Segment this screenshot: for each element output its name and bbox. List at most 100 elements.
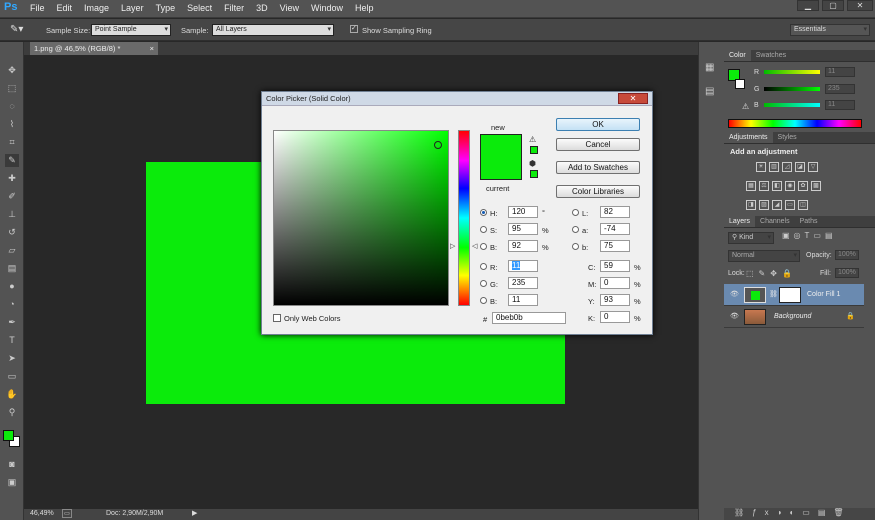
quick-mask-icon[interactable]: ◙ <box>5 458 19 471</box>
layers-footer-icons[interactable]: ⛓ƒx◑◐▭▤🗑 <box>724 508 875 520</box>
history-brush-tool-icon[interactable]: ↺ <box>5 226 19 239</box>
out-of-gamut-warning-icon[interactable]: ⚠ <box>529 135 536 144</box>
visibility-eye-icon[interactable]: 👁 <box>730 290 739 298</box>
brightness-icon[interactable]: ☀ <box>756 162 766 172</box>
menu-edit[interactable]: Edit <box>57 3 73 13</box>
r-radio[interactable] <box>480 263 487 270</box>
web-safe-cube-icon[interactable]: ⬢ <box>529 159 536 168</box>
s-input[interactable]: 95 <box>508 223 538 235</box>
menu-type[interactable]: Type <box>156 3 176 13</box>
path-select-tool-icon[interactable]: ➤ <box>5 352 19 365</box>
background-layer-thumbnail[interactable] <box>744 309 766 325</box>
selective-color-icon[interactable]: ◫ <box>798 200 808 210</box>
tab-adjustments[interactable]: Adjustments <box>724 132 773 143</box>
eyedropper-tool-icon[interactable]: ✎ <box>5 154 19 167</box>
export-icon[interactable]: ▭ <box>62 509 72 518</box>
menu-filter[interactable]: Filter <box>224 3 244 13</box>
properties-panel-icon[interactable]: ▤ <box>705 86 714 97</box>
tab-layers[interactable]: Layers <box>724 216 756 227</box>
ok-button[interactable]: OK <box>556 118 640 131</box>
invert-icon[interactable]: ◨ <box>746 200 756 210</box>
b-input[interactable]: 92 <box>508 240 538 252</box>
m-input[interactable]: 0 <box>600 277 630 289</box>
color-balance-icon[interactable]: ⚖ <box>759 181 769 191</box>
dialog-close-button[interactable]: ✕ <box>618 93 648 104</box>
layer-row-background[interactable]: 👁 Background 🔒 <box>724 306 864 328</box>
zoom-level[interactable]: 46,49% <box>30 510 54 517</box>
tab-swatches[interactable]: Swatches <box>751 50 791 61</box>
threshold-icon[interactable]: ◢ <box>772 200 782 210</box>
blue-input[interactable]: 11 <box>508 294 538 306</box>
opacity-value[interactable]: 100% <box>835 250 859 260</box>
web-safe-swatch[interactable] <box>530 170 538 178</box>
l-input[interactable]: 82 <box>600 206 630 218</box>
color-g-slider[interactable] <box>764 87 820 91</box>
layer-mask-thumbnail[interactable] <box>779 287 801 303</box>
k-input[interactable]: 0 <box>600 311 630 323</box>
menu-select[interactable]: Select <box>187 3 212 13</box>
type-tool-icon[interactable]: T <box>5 334 19 347</box>
l-radio[interactable] <box>572 209 579 216</box>
pen-tool-icon[interactable]: ✒ <box>5 316 19 329</box>
eraser-tool-icon[interactable]: ▱ <box>5 244 19 257</box>
tab-paths[interactable]: Paths <box>795 216 823 227</box>
blur-tool-icon[interactable]: ● <box>5 280 19 293</box>
layer-row-color-fill[interactable]: 👁 ⛓ Color Fill 1 <box>724 284 864 306</box>
g-input[interactable]: 235 <box>508 277 538 289</box>
layer-filter-kind-select[interactable]: ⚲ Kind <box>728 232 774 244</box>
tab-color[interactable]: Color <box>724 50 751 61</box>
color-panel-background-swatch[interactable] <box>735 79 745 89</box>
hand-tool-icon[interactable]: ✋ <box>5 388 19 401</box>
c-input[interactable]: 59 <box>600 260 630 272</box>
sample-size-select[interactable]: Point Sample <box>91 24 171 36</box>
gamut-correction-swatch[interactable] <box>530 146 538 154</box>
color-lookup-icon[interactable]: ▩ <box>811 181 821 191</box>
photo-filter-icon[interactable]: ◉ <box>785 181 795 191</box>
y-input[interactable]: 93 <box>600 294 630 306</box>
quick-select-tool-icon[interactable]: ⌇ <box>5 118 19 131</box>
screen-mode-icon[interactable]: ▣ <box>5 476 19 489</box>
show-ring-checkbox[interactable]: ✓ <box>350 25 358 33</box>
hex-input[interactable]: 0beb0b <box>492 312 566 324</box>
layer-filter-icons[interactable]: ▣◎T▭▤ <box>782 231 837 240</box>
blend-mode-select[interactable]: Normal <box>728 250 800 262</box>
workspace-select[interactable]: Essentials <box>790 24 870 36</box>
dodge-tool-icon[interactable]: ◔ <box>5 298 19 311</box>
add-to-swatches-button[interactable]: Add to Swatches <box>556 161 640 174</box>
minimize-button[interactable]: ▁ <box>797 0 819 11</box>
b-radio[interactable] <box>480 243 487 250</box>
menu-layer[interactable]: Layer <box>121 3 144 13</box>
cancel-button[interactable]: Cancel <box>556 138 640 151</box>
fill-layer-thumbnail[interactable] <box>744 287 766 303</box>
color-r-slider[interactable] <box>764 70 820 74</box>
g-radio[interactable] <box>480 280 487 287</box>
lasso-tool-icon[interactable]: ◌ <box>5 100 19 113</box>
color-spectrum-bar[interactable] <box>728 119 862 128</box>
color-g-value[interactable]: 235 <box>825 84 855 94</box>
black-white-icon[interactable]: ◧ <box>772 181 782 191</box>
crop-tool-icon[interactable]: ⌗ <box>5 136 19 149</box>
hue-saturation-icon[interactable]: ▦ <box>746 181 756 191</box>
restore-button[interactable]: ▢ <box>822 0 844 11</box>
menu-3d[interactable]: 3D <box>256 3 268 13</box>
foreground-color-swatch[interactable] <box>3 430 14 441</box>
close-window-button[interactable]: ✕ <box>847 0 873 11</box>
color-b-slider[interactable] <box>764 103 820 107</box>
s-radio[interactable] <box>480 226 487 233</box>
gradient-tool-icon[interactable]: ▤ <box>5 262 19 275</box>
color-b-value[interactable]: 11 <box>825 100 855 110</box>
marquee-tool-icon[interactable]: ⬚ <box>5 82 19 95</box>
a-input[interactable]: -74 <box>600 223 630 235</box>
blue-radio[interactable] <box>480 297 487 304</box>
document-tab[interactable]: 1.png @ 46,5% (RGB/8) * × <box>30 42 158 55</box>
r-input[interactable]: 11 <box>508 260 538 272</box>
color-r-value[interactable]: 11 <box>825 67 855 77</box>
levels-icon[interactable]: ▥ <box>769 162 779 172</box>
posterize-icon[interactable]: ▨ <box>759 200 769 210</box>
brush-tool-icon[interactable]: ✐ <box>5 190 19 203</box>
h-input[interactable]: 120 <box>508 206 538 218</box>
exposure-icon[interactable]: ◪ <box>795 162 805 172</box>
color-libraries-button[interactable]: Color Libraries <box>556 185 640 198</box>
clone-stamp-tool-icon[interactable]: ⊥ <box>5 208 19 221</box>
status-menu-arrow-icon[interactable]: ▶ <box>192 509 197 517</box>
